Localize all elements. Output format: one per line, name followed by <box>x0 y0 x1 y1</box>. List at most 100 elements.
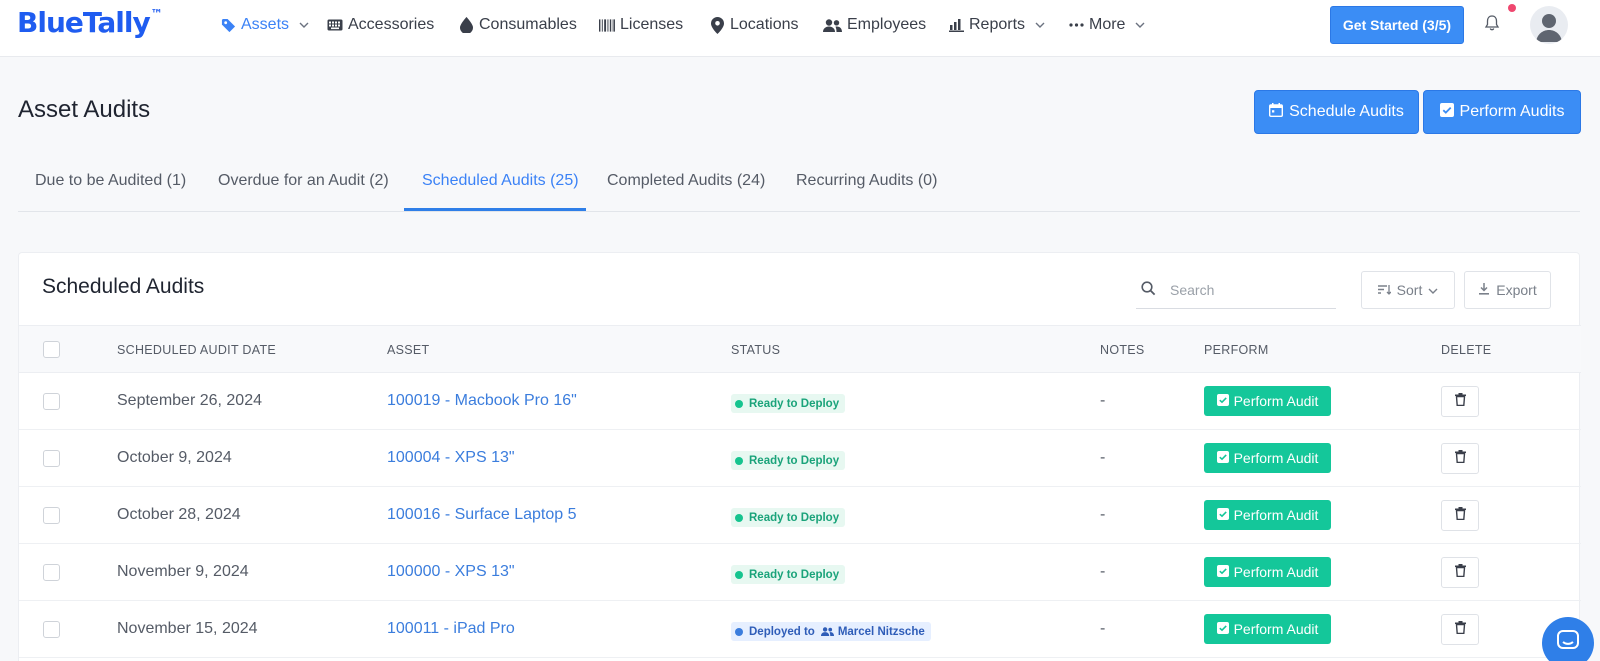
notes: - <box>1100 563 1106 580</box>
audit-date: November 15, 2024 <box>117 620 258 637</box>
delete-button[interactable] <box>1441 614 1479 645</box>
asset-link[interactable]: 100019 - Macbook Pro 16" <box>387 392 577 410</box>
search-input[interactable] <box>1170 279 1330 301</box>
perform-audit-label: Perform Audit <box>1233 621 1319 637</box>
schedule-audits-label: Schedule Audits <box>1289 103 1404 120</box>
chevron-down-icon <box>1428 282 1438 298</box>
table-row: November 15, 2024 100011 - iPad Pro Depl… <box>19 601 1581 658</box>
trash-icon <box>1454 506 1466 525</box>
download-icon <box>1478 282 1490 298</box>
checkbox-checked-icon <box>1216 564 1229 580</box>
perform-audits-button[interactable]: Perform Audits <box>1423 90 1581 134</box>
tab-due-to-be-audited[interactable]: Due to be Audited (1) <box>35 172 186 190</box>
bell-icon[interactable] <box>1483 14 1503 34</box>
asset-link[interactable]: 100004 - XPS 13" <box>387 449 515 467</box>
search-icon <box>1141 281 1156 301</box>
nav-item-locations[interactable]: Locations <box>709 13 799 37</box>
nav-item-employees[interactable]: Employees <box>822 13 926 37</box>
tab-recurring-audits[interactable]: Recurring Audits (0) <box>796 172 937 190</box>
row-checkbox[interactable] <box>43 564 60 581</box>
avatar[interactable] <box>1530 6 1568 44</box>
keyboard-icon <box>327 17 343 33</box>
perform-audit-button[interactable]: Perform Audit <box>1204 557 1331 587</box>
checkbox-checked-icon <box>1216 393 1229 409</box>
checkbox-checked-icon <box>1216 450 1229 466</box>
perform-audit-button[interactable]: Perform Audit <box>1204 386 1331 416</box>
notification-dot <box>1508 4 1516 12</box>
chat-launcher-button[interactable] <box>1542 617 1594 661</box>
scheduled-audits-card: Scheduled Audits Sort Export SCHEDULED A… <box>18 252 1581 661</box>
calendar-icon <box>1269 102 1284 122</box>
users-icon <box>820 627 834 636</box>
audit-date: September 26, 2024 <box>117 392 262 409</box>
trash-icon <box>1454 392 1466 411</box>
status-dot <box>735 570 743 579</box>
tag-icon <box>220 17 236 33</box>
asset-link[interactable]: 100011 - iPad Pro <box>387 620 515 638</box>
bluetally-logo[interactable]: BlueTally™ <box>17 6 163 39</box>
row-checkbox[interactable] <box>43 393 60 410</box>
status-badge: Ready to Deploy <box>731 451 846 470</box>
get-started-button[interactable]: Get Started (3/5) <box>1330 6 1464 44</box>
column-header-notes: NOTES <box>1100 343 1145 357</box>
nav-item-more[interactable]: More <box>1068 13 1145 37</box>
table-row: October 28, 2024 100016 - Surface Laptop… <box>19 487 1581 544</box>
row-checkbox[interactable] <box>43 621 60 638</box>
perform-audit-label: Perform Audit <box>1233 450 1319 466</box>
status-dot <box>735 456 743 465</box>
logo-trademark: ™ <box>150 6 163 21</box>
audit-tabs: Due to be Audited (1) Overdue for an Aud… <box>18 160 1580 212</box>
nav-item-licenses[interactable]: Licenses <box>599 13 683 37</box>
delete-button[interactable] <box>1441 386 1479 417</box>
column-header-asset[interactable]: ASSET <box>387 343 430 357</box>
perform-audit-button[interactable]: Perform Audit <box>1204 614 1331 644</box>
assigned-employee[interactable]: Marcel Nitzsche <box>838 626 925 638</box>
column-header-date[interactable]: SCHEDULED AUDIT DATE <box>117 343 276 357</box>
barcode-icon <box>599 17 615 33</box>
perform-audits-label: Perform Audits <box>1459 103 1565 120</box>
nav-label: Locations <box>730 16 799 33</box>
row-checkbox[interactable] <box>43 507 60 524</box>
nav-item-consumables[interactable]: Consumables <box>458 13 577 37</box>
tab-overdue[interactable]: Overdue for an Audit (2) <box>218 172 389 190</box>
perform-audit-button[interactable]: Perform Audit <box>1204 500 1331 530</box>
audit-date: October 28, 2024 <box>117 506 241 523</box>
nav-item-reports[interactable]: Reports <box>948 13 1045 37</box>
perform-audit-label: Perform Audit <box>1233 564 1319 580</box>
checkbox-checked-icon <box>1216 507 1229 523</box>
sort-icon <box>1377 282 1392 298</box>
row-checkbox[interactable] <box>43 450 60 467</box>
delete-button[interactable] <box>1441 500 1479 531</box>
notes: - <box>1100 449 1106 466</box>
audit-date: October 9, 2024 <box>117 449 232 466</box>
page-title: Asset Audits <box>18 96 151 123</box>
select-all-checkbox[interactable] <box>43 341 60 358</box>
asset-link[interactable]: 100016 - Surface Laptop 5 <box>387 506 576 524</box>
tab-scheduled-audits[interactable]: Scheduled Audits (25) <box>422 172 579 190</box>
bar-chart-icon <box>948 17 964 33</box>
column-header-status[interactable]: STATUS <box>731 343 780 357</box>
delete-button[interactable] <box>1441 443 1479 474</box>
status-dot <box>735 627 743 636</box>
notes: - <box>1100 506 1106 523</box>
nav-item-assets[interactable]: Assets <box>220 13 309 37</box>
asset-link[interactable]: 100000 - XPS 13" <box>387 563 515 581</box>
chat-icon <box>1557 629 1579 657</box>
delete-button[interactable] <box>1441 557 1479 588</box>
sort-button[interactable]: Sort <box>1361 271 1455 309</box>
status-badge: Ready to Deploy <box>731 508 846 527</box>
audit-date: November 9, 2024 <box>117 563 249 580</box>
chevron-down-icon <box>1135 20 1145 30</box>
export-button[interactable]: Export <box>1464 271 1551 309</box>
chevron-down-icon <box>299 20 309 30</box>
tab-completed-audits[interactable]: Completed Audits (24) <box>607 172 765 190</box>
chevron-down-icon <box>1035 20 1045 30</box>
map-pin-icon <box>709 16 725 34</box>
column-header-perform: PERFORM <box>1204 343 1269 357</box>
nav-item-accessories[interactable]: Accessories <box>327 13 434 37</box>
schedule-audits-button[interactable]: Schedule Audits <box>1254 90 1419 134</box>
perform-audit-button[interactable]: Perform Audit <box>1204 443 1331 473</box>
status-text: Deployed to <box>749 625 815 638</box>
nav-label: Employees <box>847 16 927 33</box>
trash-icon <box>1454 620 1466 639</box>
